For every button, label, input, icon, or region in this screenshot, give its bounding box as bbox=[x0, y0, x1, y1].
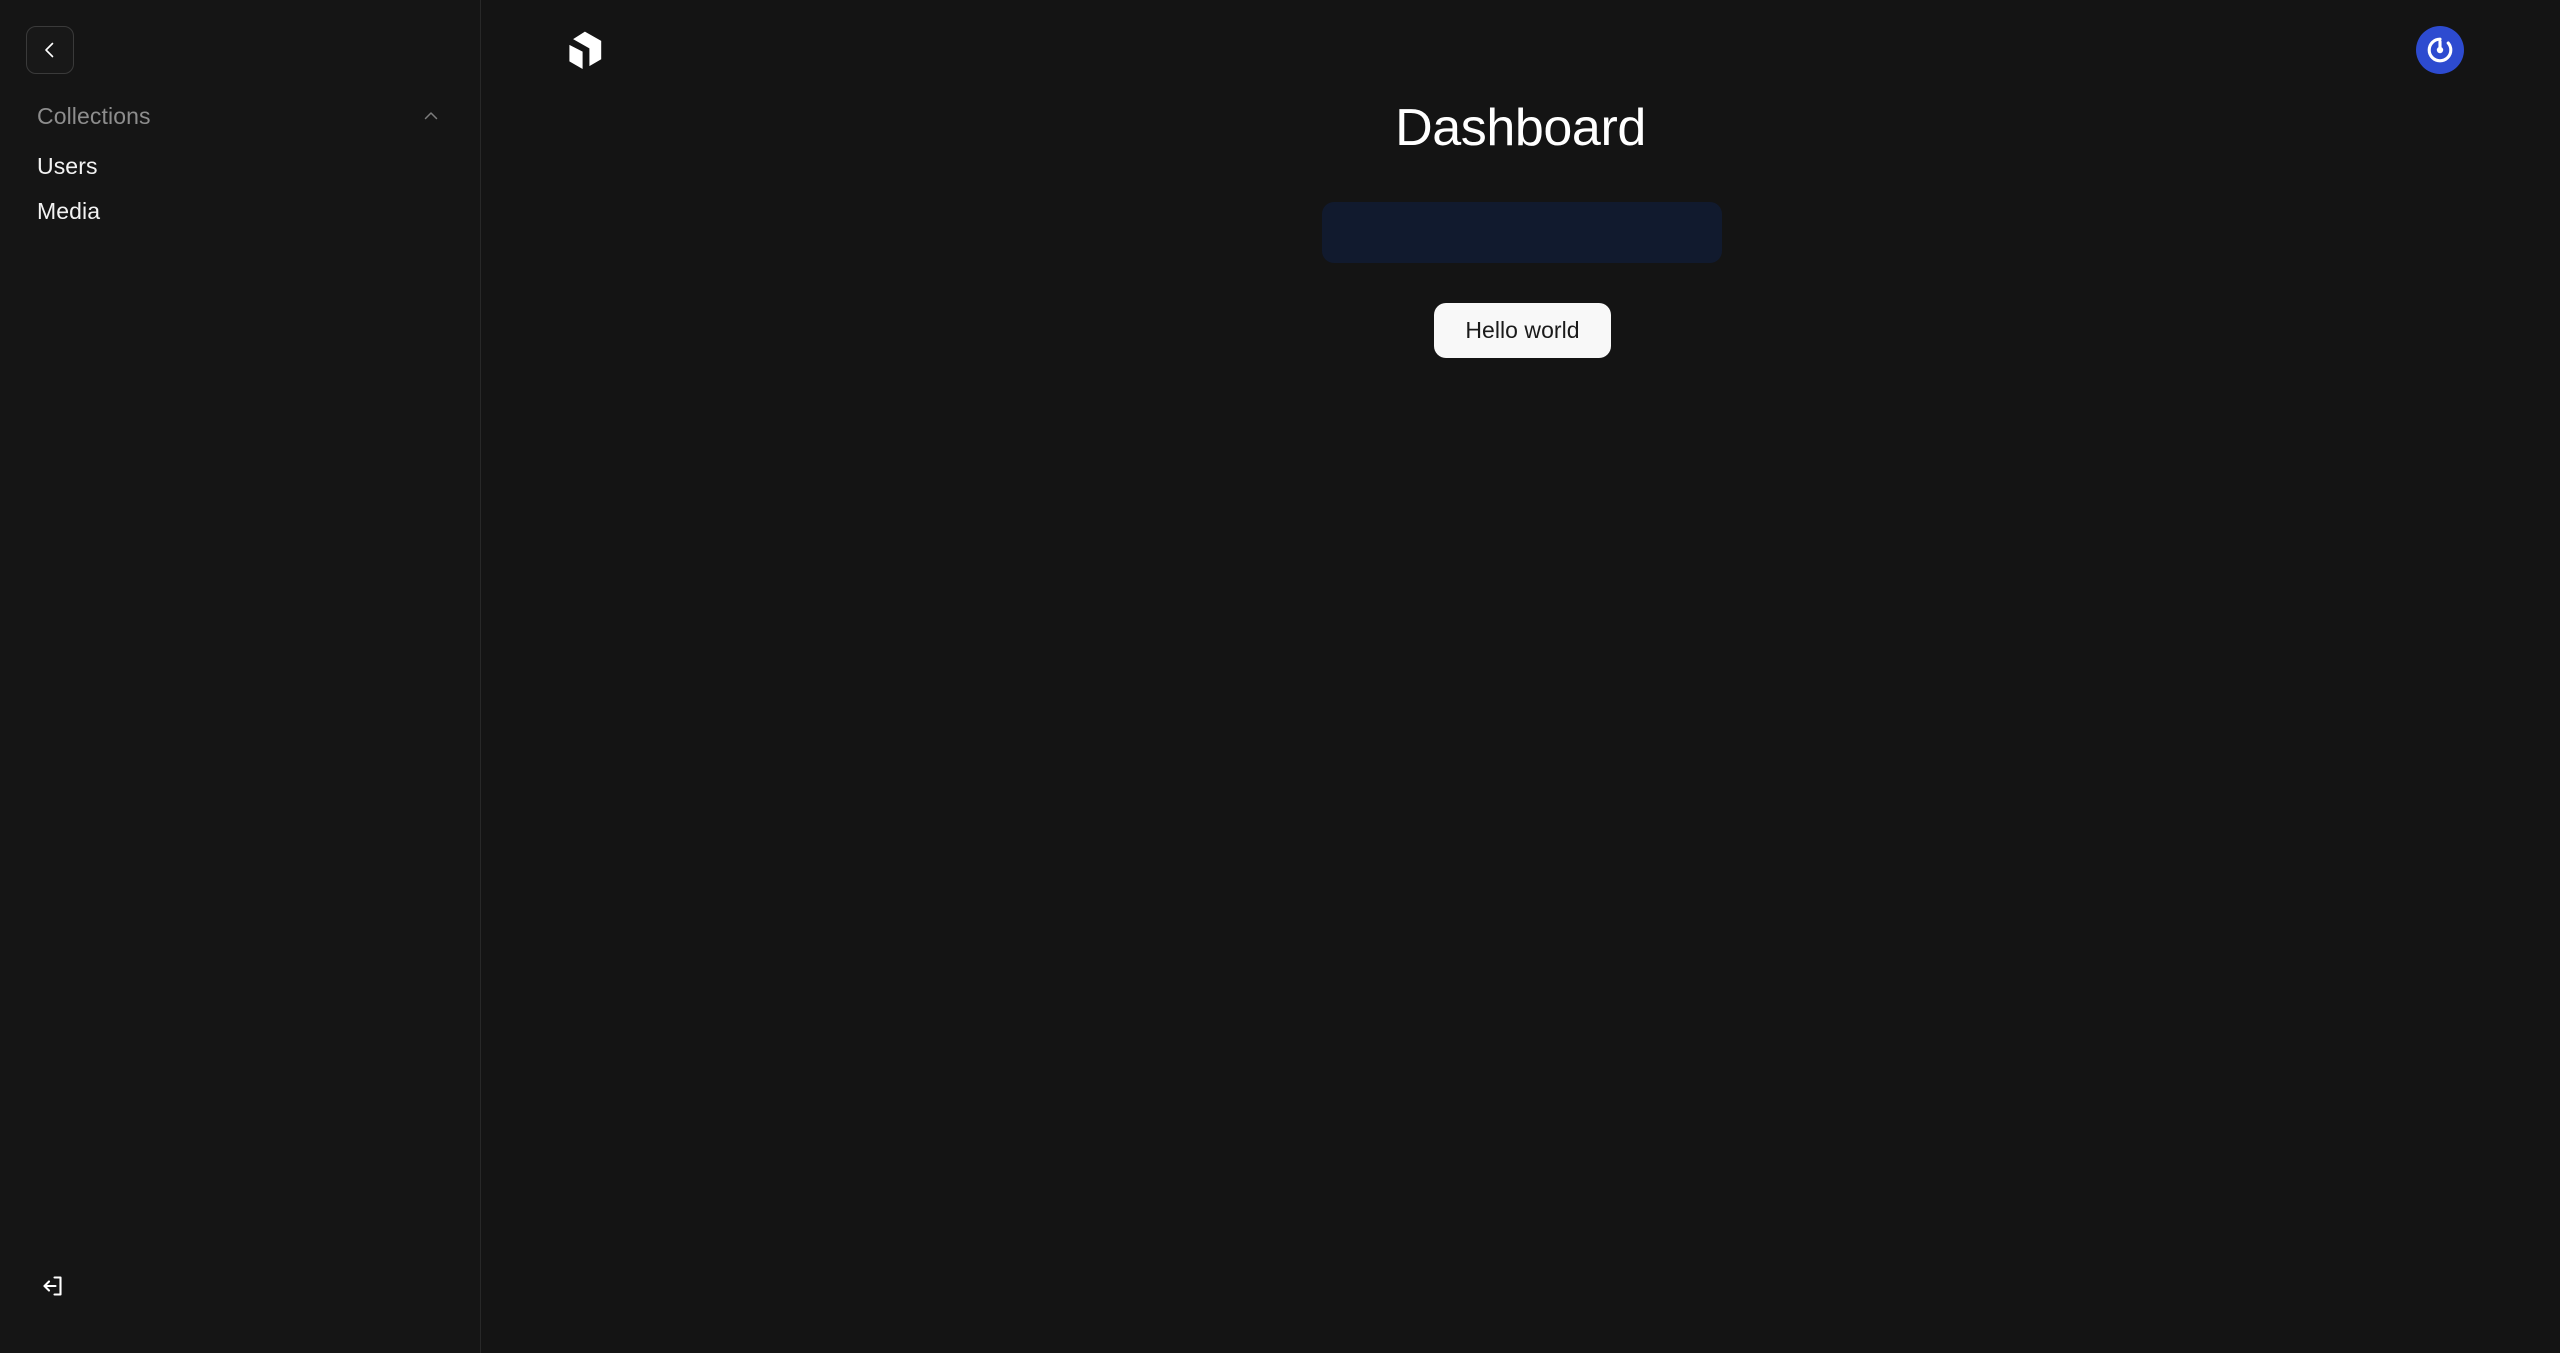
sidebar-item-media[interactable]: Media bbox=[0, 189, 480, 234]
dashboard-view: Dashboard Hello world bbox=[481, 0, 2560, 1353]
admin-app-root: Collections Users Media Dashboard Hello … bbox=[0, 0, 2560, 1353]
placeholder-panel bbox=[1322, 202, 1722, 263]
sidebar-bottom bbox=[0, 1263, 480, 1353]
sidebar-nav-collections: Collections Users Media bbox=[0, 99, 480, 234]
chevron-left-icon bbox=[39, 39, 61, 61]
gravatar-icon bbox=[2425, 35, 2455, 65]
sidebar-item-users[interactable]: Users bbox=[0, 144, 480, 189]
account-avatar[interactable] bbox=[2416, 26, 2464, 74]
main-content: Dashboard Hello world bbox=[481, 0, 2560, 1353]
sidebar-group-title: Collections bbox=[37, 102, 151, 129]
logout-button[interactable] bbox=[30, 1263, 76, 1309]
payload-logo-icon[interactable] bbox=[560, 24, 610, 76]
sidebar-collection-list: Users Media bbox=[0, 144, 480, 234]
sidebar-top bbox=[0, 0, 480, 74]
sidebar-item-label: Media bbox=[37, 198, 101, 224]
page-title: Dashboard bbox=[1395, 99, 1646, 157]
sidebar-group-header-collections[interactable]: Collections bbox=[0, 99, 480, 133]
logout-icon bbox=[40, 1273, 66, 1299]
sidebar-collapse-button[interactable] bbox=[26, 26, 74, 74]
sidebar-item-label: Users bbox=[37, 153, 98, 179]
app-header bbox=[481, 0, 2560, 100]
sidebar: Collections Users Media bbox=[0, 0, 481, 1353]
chevron-up-icon[interactable] bbox=[418, 103, 444, 129]
hello-world-button[interactable]: Hello world bbox=[1434, 303, 1611, 358]
